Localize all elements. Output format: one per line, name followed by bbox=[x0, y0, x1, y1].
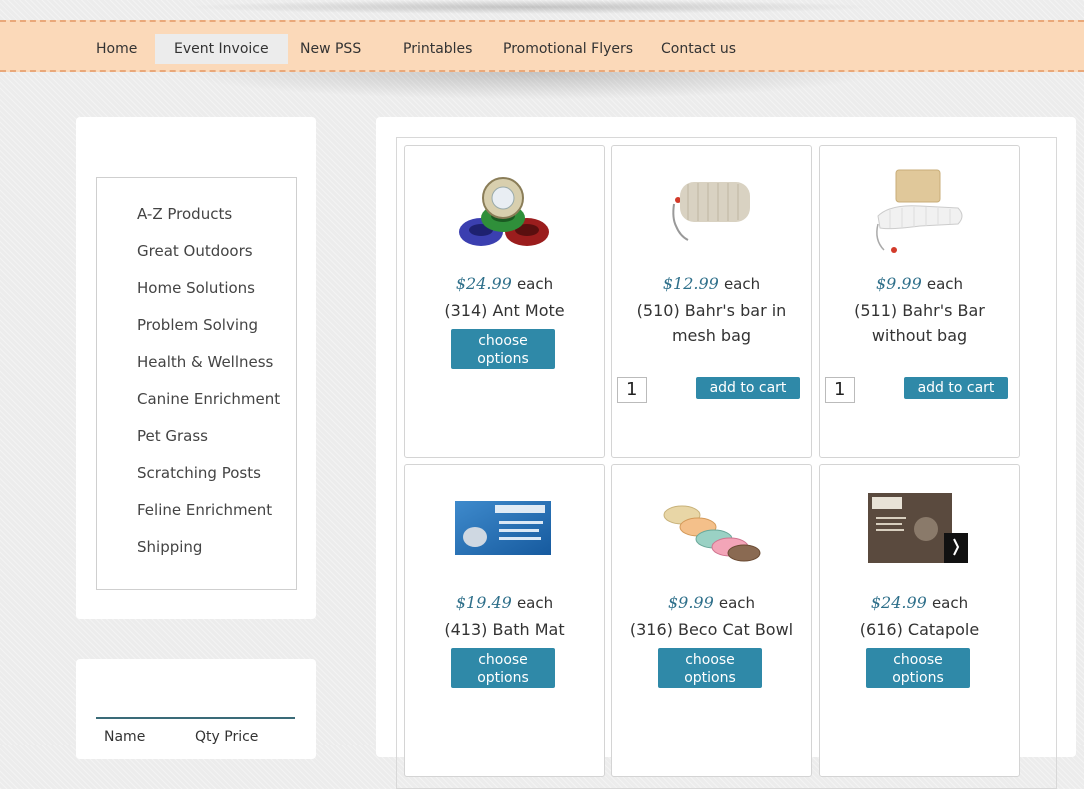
category-panel: A-Z Products Great Outdoors Home Solutio… bbox=[76, 117, 316, 619]
price-line: $12.99 each bbox=[612, 274, 811, 293]
category-great-outdoors[interactable]: Great Outdoors bbox=[137, 242, 253, 260]
price-unit: each bbox=[926, 275, 964, 293]
bath-mat-image[interactable] bbox=[455, 501, 551, 555]
choose-options-button[interactable]: choose options bbox=[866, 648, 970, 688]
cart-col-qty-price: Qty Price bbox=[195, 729, 259, 745]
product-price: $24.99 bbox=[455, 274, 512, 293]
product-card: $12.99 each (510) Bahr's bar in mesh bag… bbox=[611, 145, 812, 458]
quantity-input[interactable]: 1 bbox=[617, 377, 647, 403]
category-home-solutions[interactable]: Home Solutions bbox=[137, 279, 255, 297]
category-pet-grass[interactable]: Pet Grass bbox=[137, 427, 208, 445]
category-list: A-Z Products Great Outdoors Home Solutio… bbox=[96, 177, 297, 590]
price-line: $24.99 each bbox=[405, 274, 604, 293]
price-unit: each bbox=[516, 275, 554, 293]
price-line: $9.99 each bbox=[820, 274, 1019, 293]
cart-divider bbox=[96, 717, 295, 719]
mesh-bag-soap-image[interactable] bbox=[666, 178, 756, 244]
product-price: $12.99 bbox=[662, 274, 719, 293]
quantity-input[interactable]: 1 bbox=[825, 377, 855, 403]
product-price: $24.99 bbox=[870, 593, 927, 612]
price-unit: each bbox=[516, 594, 554, 612]
price-line: $19.49 each bbox=[405, 593, 604, 612]
category-scratching-posts[interactable]: Scratching Posts bbox=[137, 464, 261, 482]
choose-options-button[interactable]: choose options bbox=[451, 329, 555, 369]
cat-bowls-image[interactable] bbox=[662, 495, 762, 565]
nav-printables[interactable]: Printables bbox=[384, 34, 491, 64]
top-shadow bbox=[180, 0, 880, 14]
category-health-wellness[interactable]: Health & Wellness bbox=[137, 353, 273, 371]
nav-home[interactable]: Home bbox=[77, 34, 156, 64]
ant-mote-image[interactable] bbox=[457, 170, 549, 252]
product-name[interactable]: (511) Bahr's Bar without bag bbox=[830, 298, 1009, 348]
nav-shadow bbox=[150, 72, 910, 102]
price-unit: each bbox=[723, 275, 761, 293]
category-canine-enrichment[interactable]: Canine Enrichment bbox=[137, 390, 280, 408]
catapole-box-image[interactable] bbox=[868, 493, 968, 565]
product-name[interactable]: (616) Catapole bbox=[830, 617, 1009, 642]
product-card: $24.99 each (616) Catapole choose option… bbox=[819, 464, 1020, 777]
nav-event-invoice[interactable]: Event Invoice bbox=[155, 34, 288, 64]
product-name[interactable]: (316) Beco Cat Bowl bbox=[622, 617, 801, 642]
price-unit: each bbox=[718, 594, 756, 612]
price-unit: each bbox=[931, 594, 969, 612]
add-to-cart-button[interactable]: add to cart bbox=[696, 377, 800, 399]
product-card: $24.99 each (314) Ant Mote choose option… bbox=[404, 145, 605, 458]
category-feline-enrichment[interactable]: Feline Enrichment bbox=[137, 501, 272, 519]
soap-bar-image[interactable] bbox=[870, 166, 966, 258]
category-problem-solving[interactable]: Problem Solving bbox=[137, 316, 258, 334]
choose-options-button[interactable]: choose options bbox=[658, 648, 762, 688]
cart-panel: Name Qty Price bbox=[76, 659, 316, 759]
product-price: $19.49 bbox=[455, 593, 512, 612]
add-to-cart-button[interactable]: add to cart bbox=[904, 377, 1008, 399]
product-price: $9.99 bbox=[875, 274, 922, 293]
nav-contact-us[interactable]: Contact us bbox=[642, 34, 755, 64]
nav-new-pss[interactable]: New PSS bbox=[281, 34, 380, 64]
product-price: $9.99 bbox=[667, 593, 714, 612]
cart-col-name: Name bbox=[104, 729, 146, 745]
product-panel: $24.99 each (314) Ant Mote choose option… bbox=[376, 117, 1076, 789]
product-card: $19.49 each (413) Bath Mat choose option… bbox=[404, 464, 605, 777]
product-card: $9.99 each (316) Beco Cat Bowl choose op… bbox=[611, 464, 812, 777]
category-shipping[interactable]: Shipping bbox=[137, 538, 202, 556]
price-line: $24.99 each bbox=[820, 593, 1019, 612]
product-name[interactable]: (314) Ant Mote bbox=[415, 298, 594, 323]
main-nav: Home Event Invoice New PSS Printables Pr… bbox=[0, 20, 1084, 72]
product-card: $9.99 each (511) Bahr's Bar without bag … bbox=[819, 145, 1020, 458]
product-name[interactable]: (510) Bahr's bar in mesh bag bbox=[622, 298, 801, 348]
price-line: $9.99 each bbox=[612, 593, 811, 612]
category-a-z-products[interactable]: A-Z Products bbox=[137, 205, 232, 223]
nav-promotional-flyers[interactable]: Promotional Flyers bbox=[484, 34, 652, 64]
product-name[interactable]: (413) Bath Mat bbox=[415, 617, 594, 642]
choose-options-button[interactable]: choose options bbox=[451, 648, 555, 688]
